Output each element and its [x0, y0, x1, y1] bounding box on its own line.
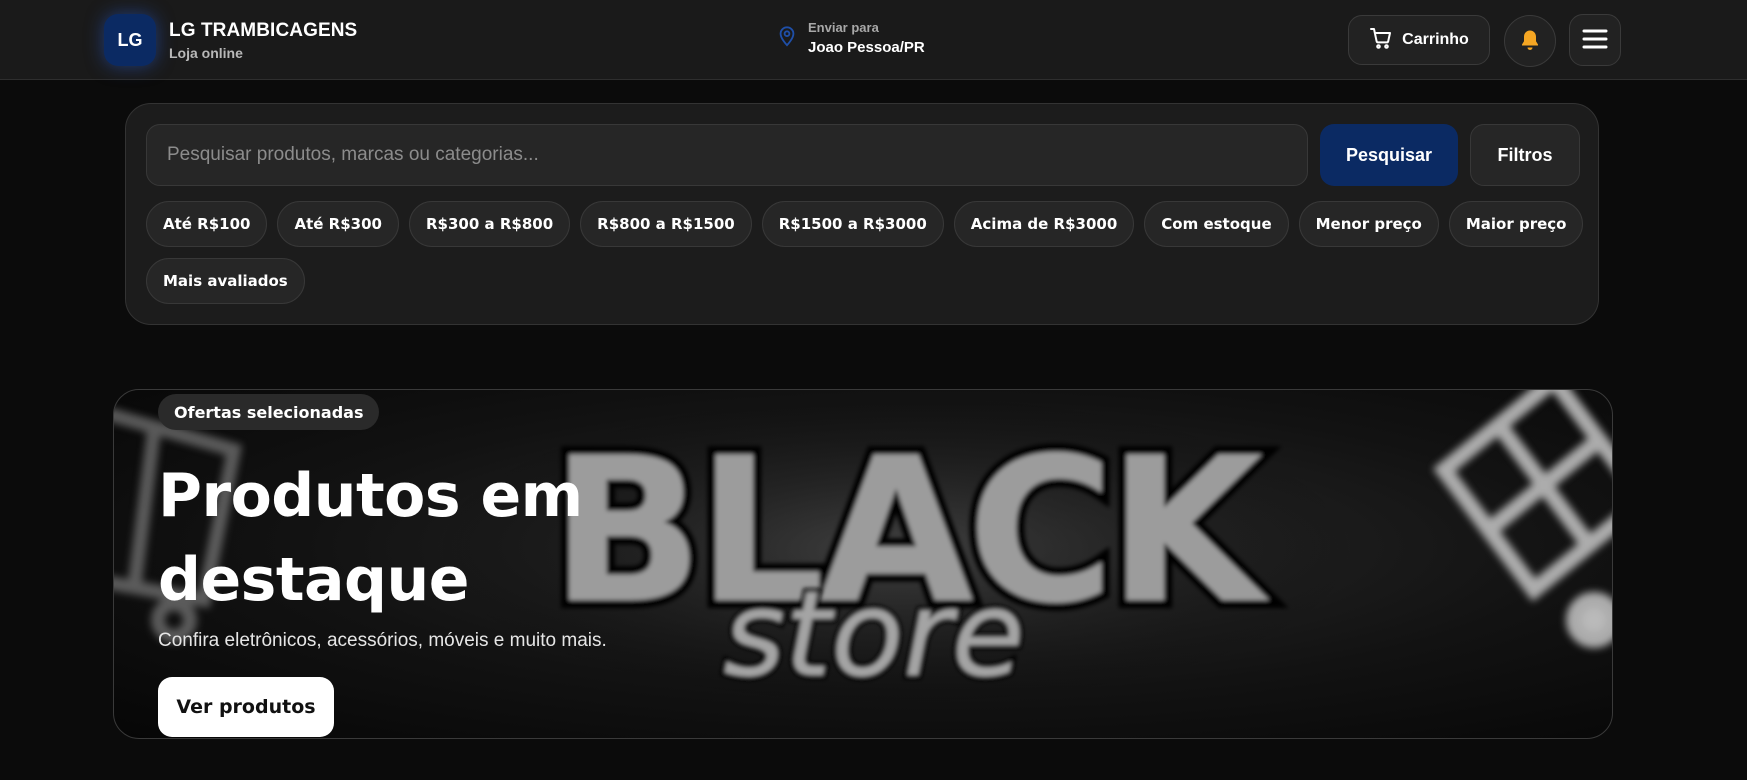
hero-subtitle: Confira eletrônicos, acessórios, móveis …	[158, 630, 607, 651]
chip-ate-300[interactable]: Até R$300	[277, 201, 399, 247]
cart-silhouette-right	[1432, 390, 1612, 648]
chip-300-800[interactable]: R$300 a R$800	[408, 201, 571, 247]
brand-subtitle: Loja online	[169, 44, 243, 61]
brand[interactable]: LG LG TRAMBICAGENS Loja online	[104, 14, 357, 66]
location-label: Enviar para	[808, 20, 879, 35]
filters-button[interactable]: Filtros	[1470, 124, 1580, 186]
search-button[interactable]: Pesquisar	[1320, 124, 1458, 186]
top-header: LG LG TRAMBICAGENS Loja online Enviar pa…	[0, 0, 1747, 80]
chip-acima-3000[interactable]: Acima de R$3000	[953, 201, 1135, 247]
delivery-location[interactable]: Enviar para Joao Pessoa/PR	[776, 20, 925, 56]
hero-title: Produtos em destaque	[158, 461, 583, 615]
cart-label: Carrinho	[1402, 31, 1469, 48]
chip-maior-preco[interactable]: Maior preço	[1448, 201, 1584, 247]
chip-com-estoque[interactable]: Com estoque	[1144, 201, 1289, 247]
chip-ate-100[interactable]: Até R$100	[146, 201, 268, 247]
view-products-button[interactable]: Ver produtos	[158, 677, 334, 737]
bell-icon	[1518, 28, 1542, 55]
menu-button[interactable]	[1569, 14, 1621, 66]
chip-menor-preco[interactable]: Menor preço	[1298, 201, 1439, 247]
notifications-button[interactable]	[1504, 15, 1556, 67]
cart-icon	[1369, 26, 1393, 55]
price-filter-chips: Até R$100 Até R$300 R$300 a R$800 R$800 …	[146, 201, 1586, 304]
brand-logo: LG	[104, 14, 156, 66]
location-value: Joao Pessoa/PR	[808, 39, 925, 56]
offers-badge: Ofertas selecionadas	[158, 394, 380, 430]
location-text: Enviar para Joao Pessoa/PR	[808, 20, 925, 56]
hamburger-menu-icon	[1582, 28, 1608, 53]
chip-800-1500[interactable]: R$800 a R$1500	[580, 201, 752, 247]
map-pin-icon	[776, 24, 798, 53]
hero-banner: BLACK store Ofertas selecionadas Produto…	[113, 389, 1613, 739]
search-input[interactable]	[146, 124, 1308, 186]
chip-mais-avaliados[interactable]: Mais avaliados	[146, 258, 305, 304]
brand-name: LG TRAMBICAGENS	[169, 19, 358, 41]
search-panel: Pesquisar Filtros Até R$100 Até R$300 R$…	[125, 103, 1599, 325]
brand-text: LG TRAMBICAGENS Loja online	[169, 20, 357, 61]
svg-text:store: store	[723, 565, 1024, 703]
cart-button[interactable]: Carrinho	[1348, 15, 1490, 65]
chip-1500-3000[interactable]: R$1500 a R$3000	[761, 201, 944, 247]
